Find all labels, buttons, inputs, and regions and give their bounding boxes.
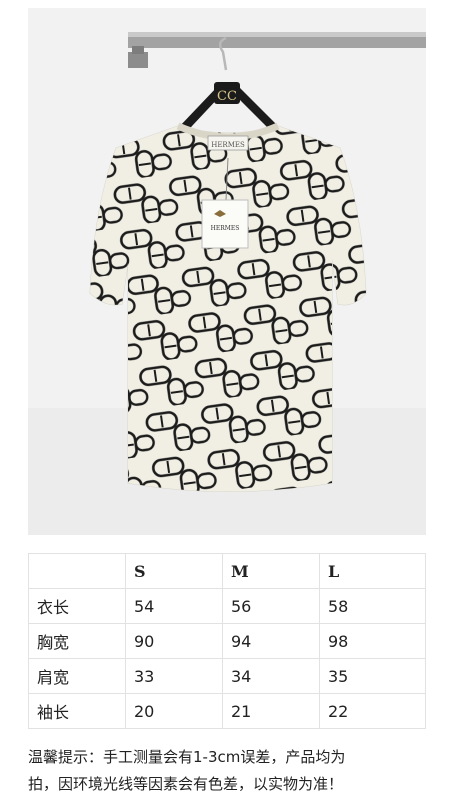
hang-tag-brand: HERMES — [211, 225, 240, 232]
row-label: 肩宽 — [28, 658, 126, 694]
size-header: L — [319, 553, 426, 589]
table-row: 肩宽 33 34 35 — [28, 658, 426, 694]
table-row: 袖长 20 21 22 — [28, 693, 426, 729]
notice-line: 温馨提示：手工测量会有1-3cm误差，产品均为 — [28, 748, 346, 766]
table-cell: 22 — [319, 693, 426, 729]
measurement-notice: 温馨提示：手工测量会有1-3cm误差，产品均为 拍，因环境光线等因素会有色差，以… — [28, 744, 428, 798]
table-cell: 20 — [125, 693, 223, 729]
table-cell: 21 — [222, 693, 320, 729]
table-cell: 33 — [125, 658, 223, 694]
table-cell: 34 — [222, 658, 320, 694]
table-cell: 90 — [125, 623, 223, 659]
table-cell: 35 — [319, 658, 426, 694]
table-cell: 58 — [319, 588, 426, 624]
size-header: M — [222, 553, 320, 589]
table-row: 衣长 54 56 58 — [28, 588, 426, 624]
notice-line: 拍，因环境光线等因素会有色差，以实物为准！ — [28, 775, 344, 793]
table-cell: 94 — [222, 623, 320, 659]
row-label: 胸宽 — [28, 623, 126, 659]
hanger-logo: CC — [217, 89, 237, 104]
row-label: 衣长 — [28, 588, 126, 624]
table-cell: 54 — [125, 588, 223, 624]
product-photo: CC HERMES HERMES — [28, 8, 426, 535]
table-row: 胸宽 90 94 98 — [28, 623, 426, 659]
table-cell: 56 — [222, 588, 320, 624]
size-table: S M L 衣长 54 56 58 胸宽 90 94 98 肩宽 33 34 3… — [28, 553, 426, 729]
size-header: S — [125, 553, 223, 589]
table-cell: 98 — [319, 623, 426, 659]
neck-label: HERMES — [211, 141, 245, 149]
row-label: 袖长 — [28, 693, 126, 729]
corner-cell — [28, 553, 126, 589]
size-header-row: S M L — [28, 553, 426, 589]
